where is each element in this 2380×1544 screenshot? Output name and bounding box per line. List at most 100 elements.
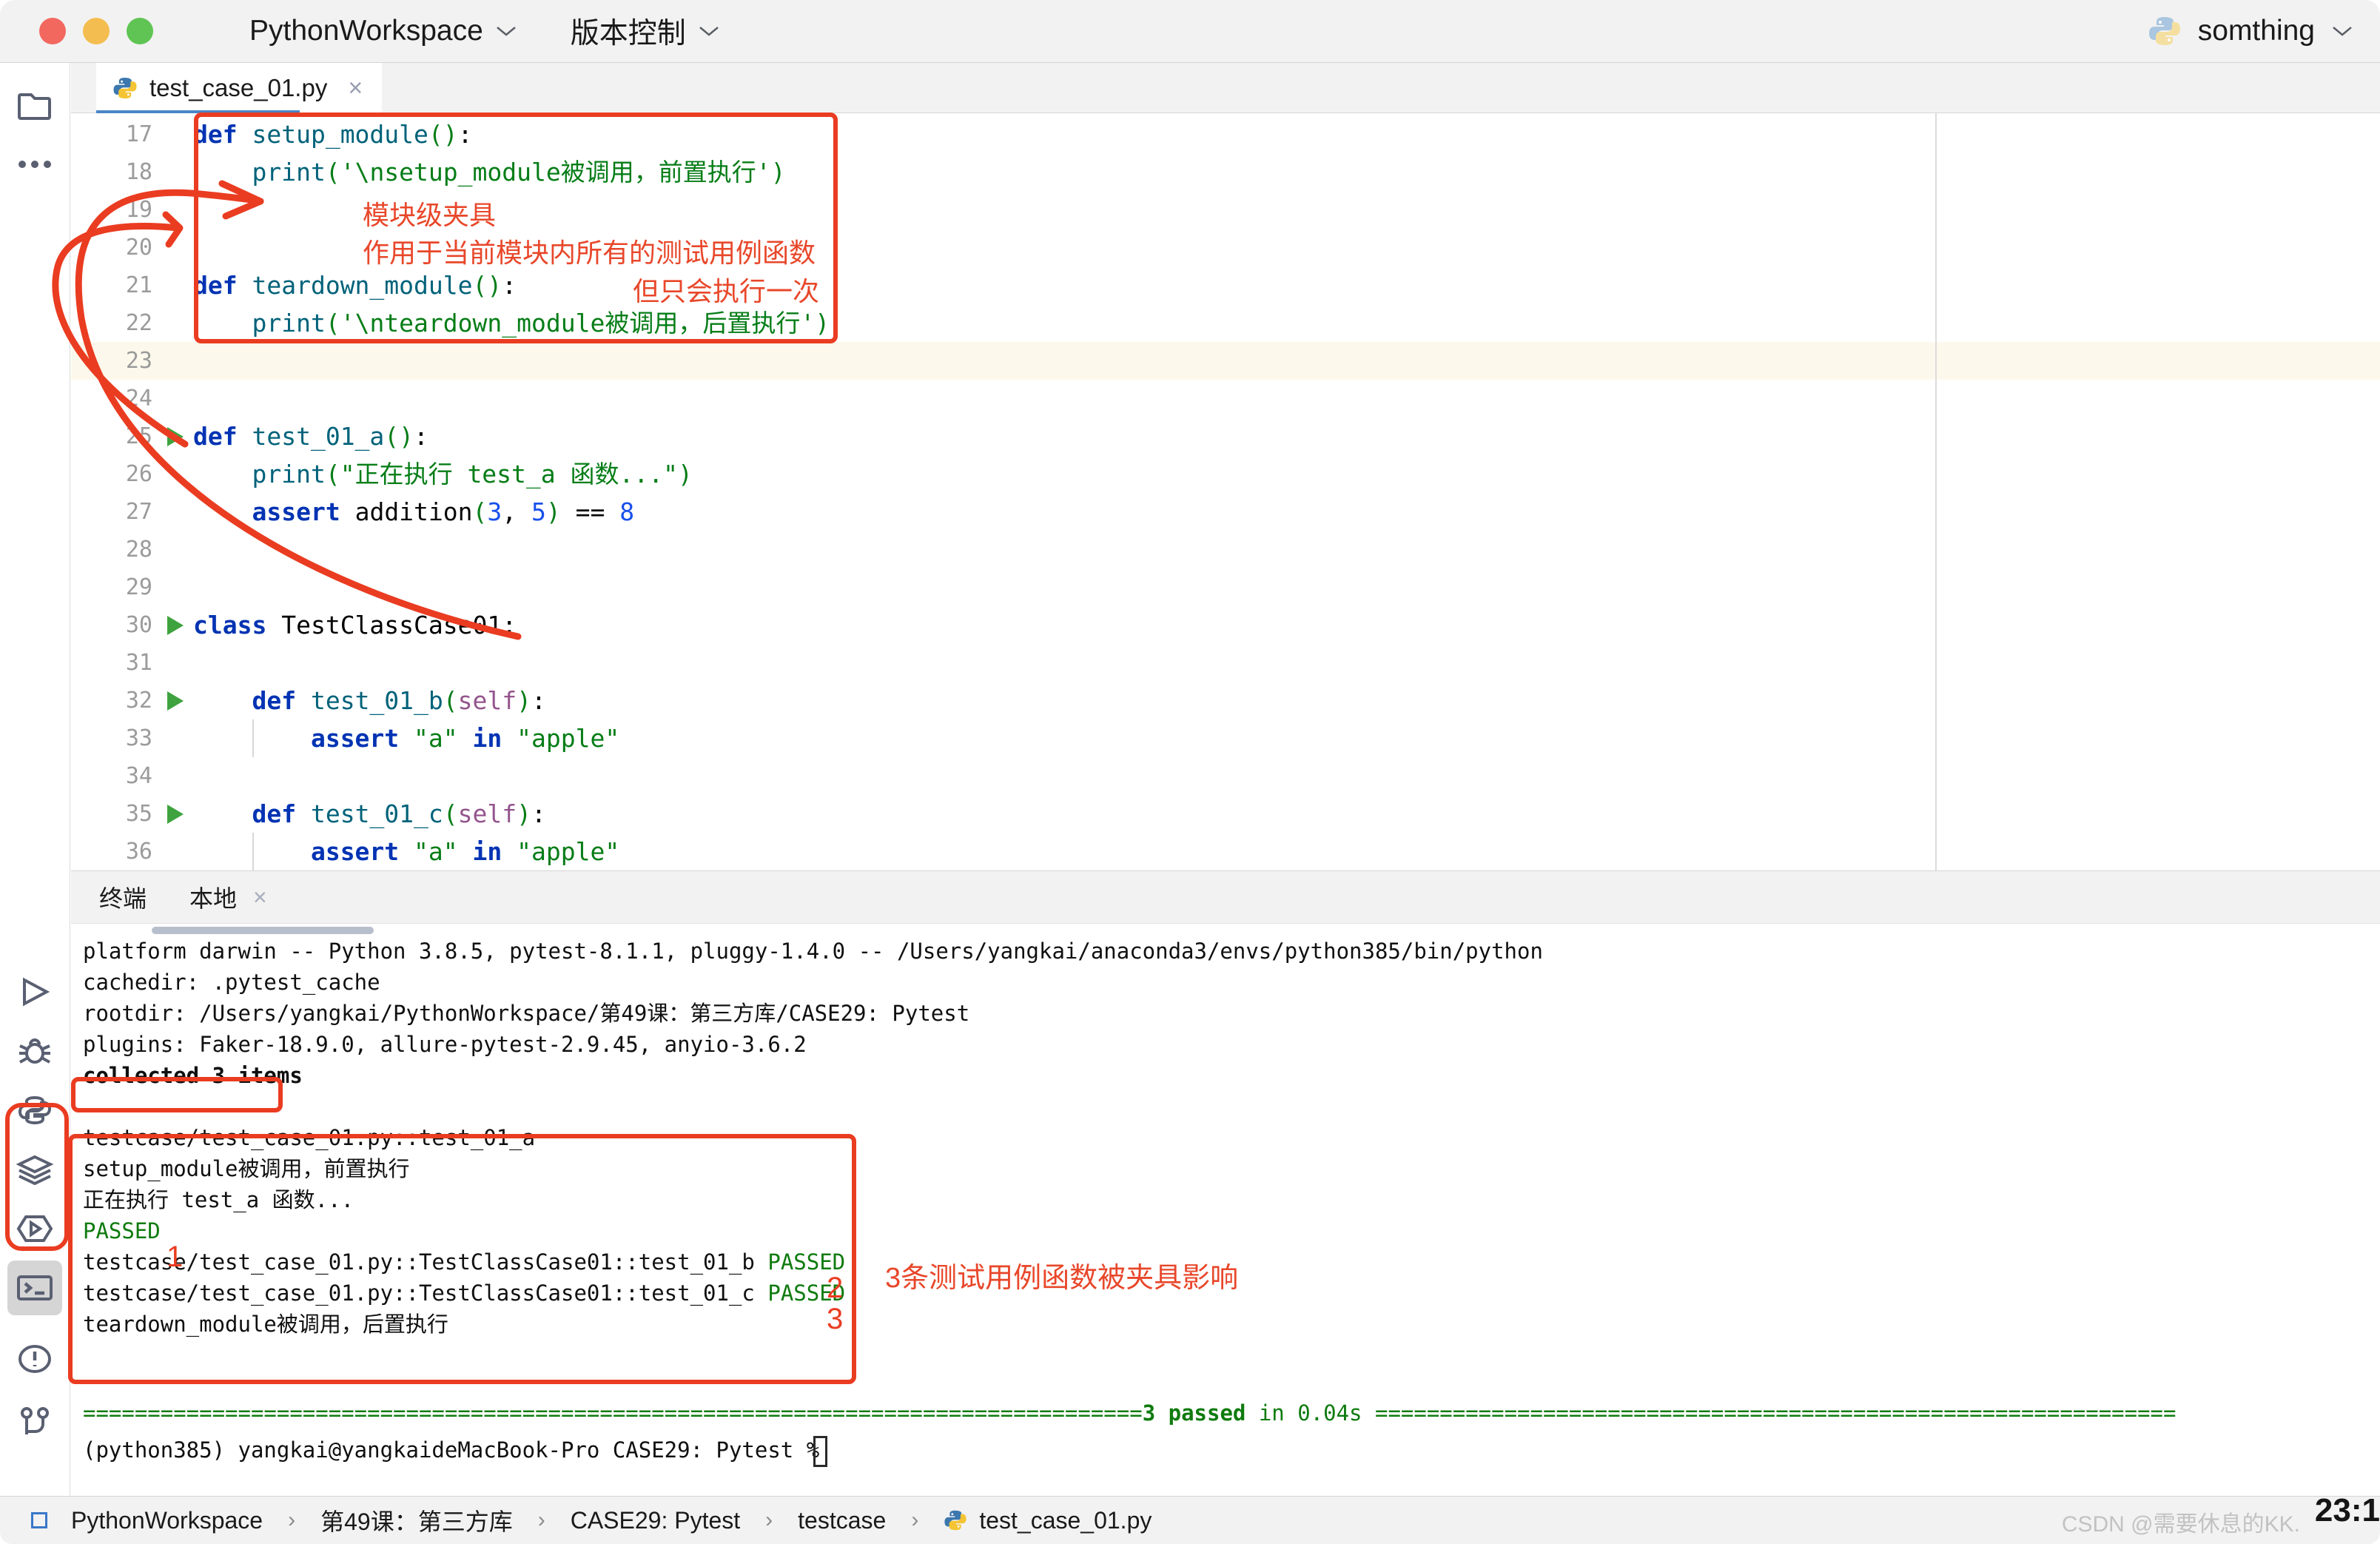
summary-left-rule: ========================================… (83, 1400, 1143, 1426)
status-bar: PythonWorkspace › 第49课：第三方库 › CASE29: Py… (0, 1496, 2380, 1544)
indent-guide (252, 833, 254, 870)
code-line[interactable]: class TestClassCase01: (193, 606, 517, 644)
terminal-line: platform darwin -- Python 3.8.5, pytest-… (83, 939, 1543, 964)
services-tool-button[interactable] (7, 1142, 62, 1197)
minimize-window-button[interactable] (83, 18, 110, 44)
terminal-summary-line: ========================================… (83, 1397, 2176, 1429)
terminal-line: testcase/test_case_01.py::test_01_a (83, 1125, 536, 1150)
run-gutter-icon[interactable] (167, 805, 184, 824)
account-selector[interactable]: somthing (2148, 14, 2353, 48)
code-line[interactable]: print('\nsetup_module被调用，前置执行') (193, 153, 785, 191)
code-line[interactable]: print('\nteardown_module被调用，后置执行') (193, 304, 830, 342)
python-icon (2148, 14, 2182, 48)
line-number: 28 (125, 537, 152, 563)
line-number: 32 (125, 688, 152, 714)
project-selector[interactable]: PythonWorkspace (249, 15, 517, 47)
editor-tab-test-case-01[interactable]: test_case_01.py × (96, 63, 383, 113)
code-line[interactable]: assert "a" in "apple" (193, 833, 619, 870)
terminal-output[interactable]: platform darwin -- Python 3.8.5, pytest-… (71, 924, 2380, 1495)
annotation-marker-3: 3 (827, 1303, 844, 1335)
line-number: 34 (125, 763, 152, 789)
module-icon (31, 1512, 47, 1528)
indent-guide (252, 719, 254, 757)
line-number: 27 (125, 499, 152, 525)
line-number: 22 (125, 310, 152, 336)
vcs-label: 版本控制 (570, 18, 686, 50)
pycharm-window: PythonWorkspace 版本控制 somthing test_case_… (0, 0, 2380, 1544)
tab-local[interactable]: 本地 (189, 880, 237, 914)
code-line[interactable]: def setup_module(): (193, 115, 473, 153)
code-line[interactable]: assert addition(3, 5) == 8 (193, 493, 634, 531)
line-number: 17 (125, 121, 152, 147)
code-line[interactable]: def teardown_module(): (193, 266, 517, 304)
terminal-line: plugins: Faker-18.9.0, allure-pytest-2.9… (83, 1032, 807, 1057)
code-line[interactable]: def test_01_a(): (193, 417, 428, 455)
line-number: 36 (125, 839, 152, 865)
tool-rail (0, 63, 70, 1496)
vcs-selector[interactable]: 版本控制 (571, 10, 720, 52)
summary-right-rule: ========================================… (1374, 1400, 2176, 1426)
project-tool-button[interactable] (7, 78, 62, 132)
run-anything-tool-button[interactable] (7, 1201, 62, 1256)
code-line[interactable]: print("正在执行 test_a 函数...") (193, 455, 692, 493)
terminal-line: testcase/test_case_01.py::TestClassCase0… (83, 1249, 846, 1275)
chevron-down-icon (2331, 19, 2353, 44)
breadcrumb[interactable]: PythonWorkspace › 第49课：第三方库 › CASE29: Py… (31, 1503, 1152, 1537)
breadcrumb-item-4[interactable]: test_case_01.py (979, 1507, 1152, 1534)
maximize-window-button[interactable] (127, 18, 153, 44)
terminal-line: teardown_module被调用，后置执行 (83, 1312, 448, 1337)
run-gutter-icon[interactable] (167, 427, 184, 446)
breadcrumb-separator: › (765, 1508, 773, 1532)
close-icon[interactable]: × (253, 884, 267, 911)
line-number: 19 (125, 197, 152, 223)
line-number: 25 (125, 423, 152, 449)
current-line-highlight (71, 342, 2380, 380)
code-line[interactable]: assert "a" in "apple" (193, 719, 619, 757)
more-tools-button[interactable] (7, 137, 62, 192)
version-control-tool-button[interactable] (7, 1395, 62, 1450)
breadcrumb-item-3[interactable]: testcase (798, 1507, 886, 1534)
editor-tab-label: test_case_01.py (149, 74, 328, 101)
python-file-icon (112, 75, 138, 101)
run-tool-button[interactable] (7, 964, 62, 1019)
chevron-down-icon (495, 19, 517, 44)
code-line[interactable]: def test_01_b(self): (193, 682, 545, 719)
breadcrumb-item-0[interactable]: PythonWorkspace (71, 1507, 263, 1534)
run-gutter-icon[interactable] (167, 691, 184, 711)
python-file-icon (944, 1508, 967, 1532)
breadcrumb-separator: › (911, 1508, 919, 1532)
line-number: 23 (125, 348, 152, 374)
terminal-line: setup_module被调用，前置执行 (83, 1156, 410, 1181)
line-number: 26 (125, 461, 152, 487)
summary-duration: in 0.04s (1246, 1400, 1375, 1426)
terminal-line: testcase/test_case_01.py::TestClassCase0… (83, 1280, 846, 1306)
python-console-tool-button[interactable] (7, 1083, 62, 1138)
terminal-tab-bar: 终端 本地 × (71, 870, 2380, 924)
terminal-scrollbar[interactable] (152, 927, 374, 934)
breadcrumb-item-2[interactable]: CASE29: Pytest (571, 1507, 740, 1534)
close-icon[interactable]: × (348, 74, 363, 103)
terminal-line: collected 3 items (83, 1063, 303, 1088)
close-window-button[interactable] (39, 18, 66, 44)
tab-terminal[interactable]: 终端 (99, 880, 147, 914)
terminal-line: PASSED (83, 1218, 161, 1243)
run-gutter-icon[interactable] (167, 616, 184, 635)
terminal-line: 正在执行 test_a 函数... (83, 1187, 354, 1212)
account-name: somthing (2197, 15, 2315, 47)
debug-tool-button[interactable] (7, 1024, 62, 1078)
window-controls[interactable] (39, 18, 153, 44)
breadcrumb-separator: › (288, 1508, 296, 1532)
terminal-cursor (813, 1436, 827, 1467)
problems-tool-button[interactable] (7, 1332, 62, 1386)
line-number: 29 (125, 574, 152, 600)
breadcrumb-separator: › (537, 1508, 545, 1532)
line-number: 33 (125, 725, 152, 751)
annotation-note-1: 模块级夹具 (363, 200, 497, 230)
annotation-marker-1: 1 (167, 1241, 184, 1273)
terminal-prompt-line: (python385) yangkai@yangkaideMacBook-Pro… (83, 1434, 833, 1466)
chevron-down-icon (698, 19, 720, 44)
terminal-tool-button[interactable] (7, 1261, 62, 1315)
code-line[interactable]: def test_01_c(self): (193, 795, 545, 833)
terminal-line: cachedir: .pytest_cache (83, 970, 380, 995)
breadcrumb-item-1[interactable]: 第49课：第三方库 (320, 1503, 513, 1537)
